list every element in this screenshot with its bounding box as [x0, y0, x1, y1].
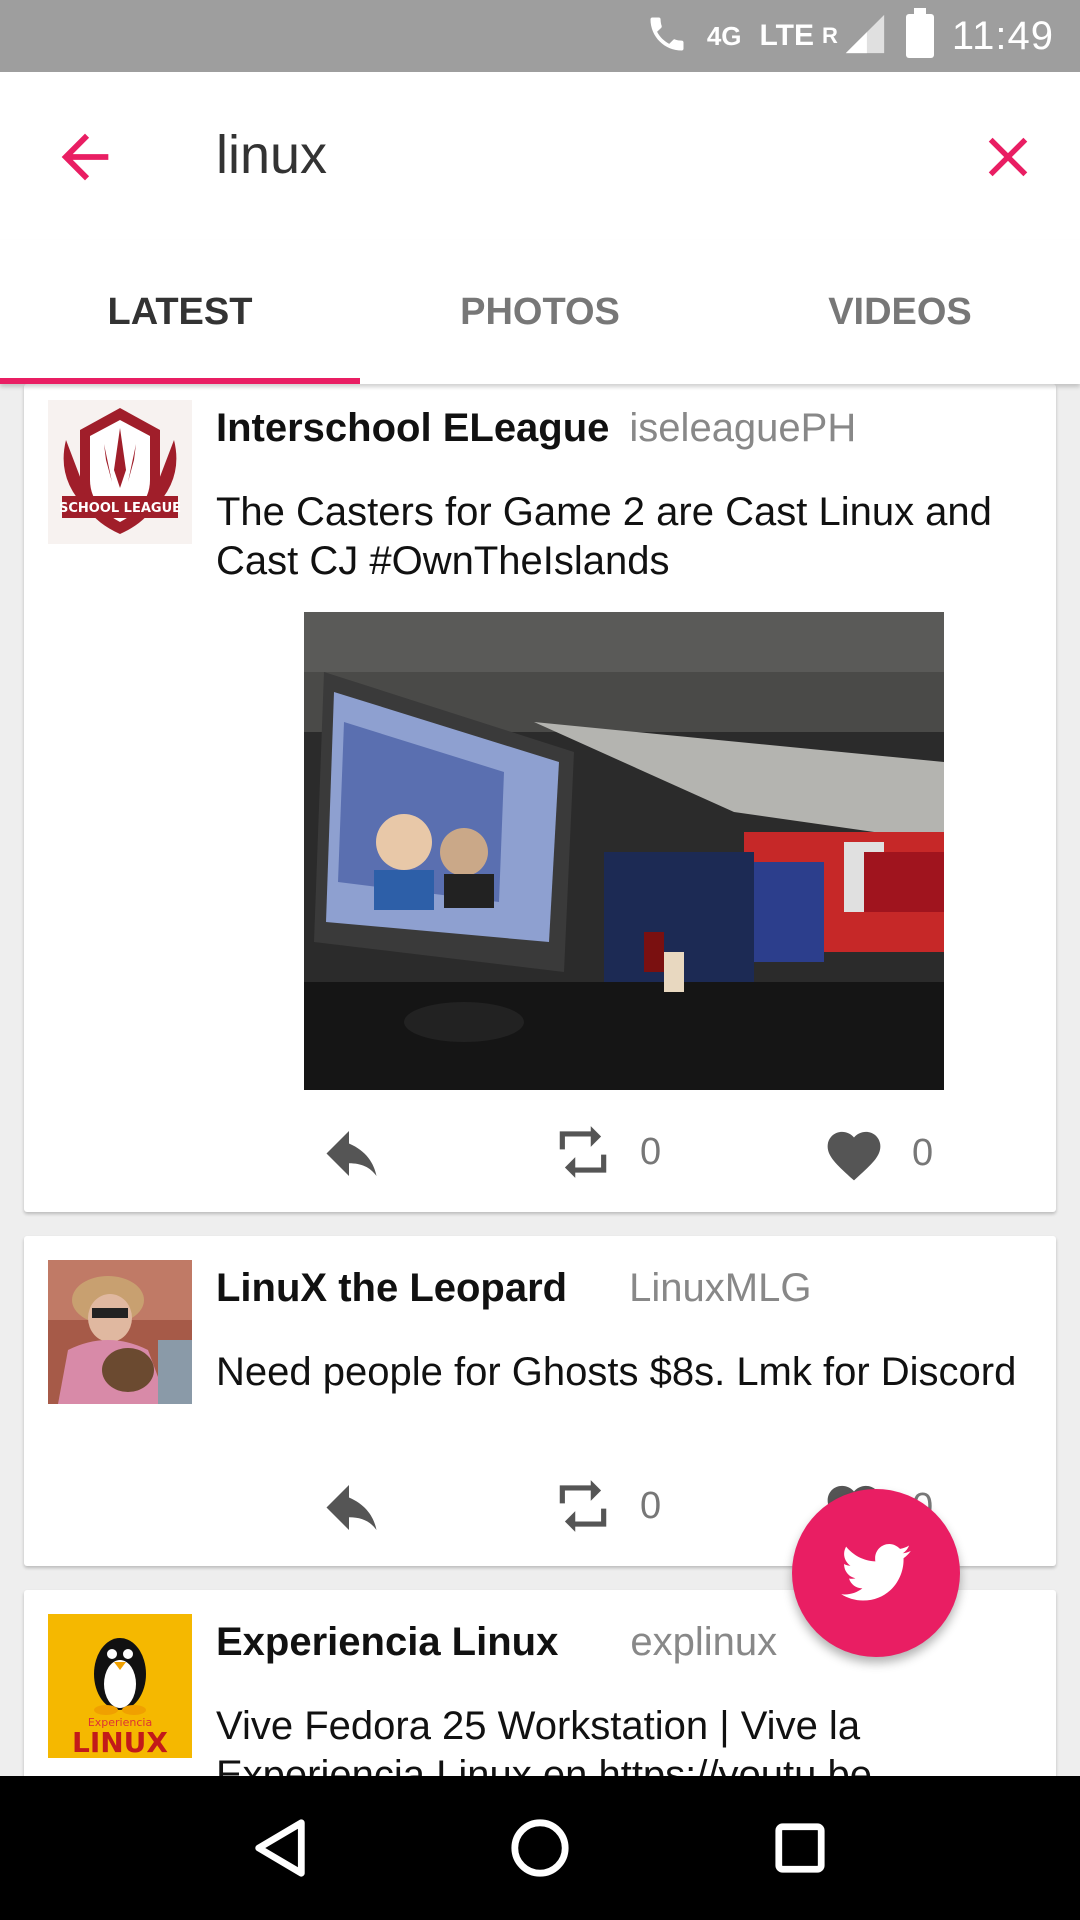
retweet-icon — [559, 1480, 607, 1532]
battery-icon — [905, 8, 934, 58]
retweet-button[interactable]: 0 — [552, 1480, 661, 1532]
signal-icon — [842, 11, 888, 62]
user-photo-image — [48, 1260, 192, 1404]
avatar[interactable]: Experiencia LINUX — [48, 1614, 192, 1758]
retweet-button[interactable]: 0 — [552, 1126, 661, 1178]
compose-tweet-button[interactable] — [792, 1489, 960, 1657]
user-handle[interactable]: LinuxMLG — [629, 1266, 811, 1311]
school-league-logo-icon: SCHOOL LEAGUE — [48, 400, 192, 544]
search-input[interactable]: linux — [216, 124, 327, 186]
reply-button[interactable] — [324, 1130, 384, 1182]
tab-photos[interactable]: PHOTOS — [360, 240, 720, 384]
wifi-calling-icon — [645, 12, 689, 61]
avatar-text: SCHOOL LEAGUE — [59, 501, 181, 516]
retweet-count: 0 — [640, 1484, 662, 1527]
back-triangle-icon[interactable] — [235, 1803, 325, 1893]
arrow-back-icon[interactable] — [50, 122, 120, 192]
close-icon[interactable] — [975, 124, 1041, 190]
avatar[interactable] — [48, 1260, 192, 1404]
tweet-text: Vive Fedora 25 Workstation | Vive la Exp… — [216, 1704, 872, 1776]
reply-button[interactable] — [324, 1484, 384, 1536]
tux-penguin-logo-icon: Experiencia LINUX — [48, 1614, 192, 1758]
reply-icon — [326, 1485, 377, 1530]
status-bar: 4G LTE R 11:49 — [0, 0, 1080, 72]
photo-image — [304, 612, 944, 1090]
reply-icon — [326, 1131, 377, 1176]
network-type-label: 4G — [706, 20, 742, 51]
tab-latest[interactable]: LATEST — [0, 240, 360, 384]
tweet-header: Interschool ELeague iseleaguePH — [216, 406, 856, 451]
screen: 4G LTE R 11:49 linux LATEST PHOTOS VIDEO… — [0, 0, 1080, 1920]
tab-bar: LATEST PHOTOS VIDEOS — [0, 240, 1080, 384]
navigation-bar — [0, 1776, 1080, 1920]
avatar-text: LINUX — [72, 1726, 168, 1758]
clock: 11:49 — [951, 13, 1054, 58]
user-handle[interactable]: iseleaguePH — [629, 406, 856, 451]
tweet-card[interactable]: SCHOOL LEAGUE Interschool ELeague iselea… — [24, 384, 1056, 1212]
user-name[interactable]: Interschool ELeague — [216, 406, 609, 451]
twitter-bird-icon — [841, 1544, 911, 1601]
retweet-count: 0 — [640, 1130, 662, 1173]
avatar[interactable]: SCHOOL LEAGUE — [48, 400, 192, 544]
like-button[interactable]: 0 — [822, 1124, 933, 1182]
user-handle[interactable]: explinux — [630, 1620, 777, 1665]
tweet-text: Need people for Ghosts $8s. Lmk for Disc… — [216, 1350, 1017, 1394]
heart-icon — [827, 1131, 881, 1181]
retweet-icon — [559, 1126, 607, 1178]
like-count: 0 — [912, 1131, 934, 1174]
home-circle-icon[interactable] — [495, 1803, 585, 1893]
recents-square-icon[interactable] — [755, 1803, 845, 1893]
roaming-label: R — [821, 23, 838, 48]
tweet-header: Experiencia Linux explinux — [216, 1620, 777, 1665]
tweet-actions: 0 0 — [24, 1120, 1056, 1200]
user-name[interactable]: Experiencia Linux — [216, 1620, 558, 1665]
user-name[interactable]: LinuX the Leopard — [216, 1266, 567, 1311]
tweet-photo[interactable] — [304, 612, 944, 1090]
tweet-text: The Casters for Game 2 are Cast Linux an… — [216, 490, 992, 583]
lte-label: LTE — [759, 19, 814, 52]
tab-videos[interactable]: VIDEOS — [720, 240, 1080, 384]
tweet-header: LinuX the Leopard LinuxMLG — [216, 1266, 811, 1311]
